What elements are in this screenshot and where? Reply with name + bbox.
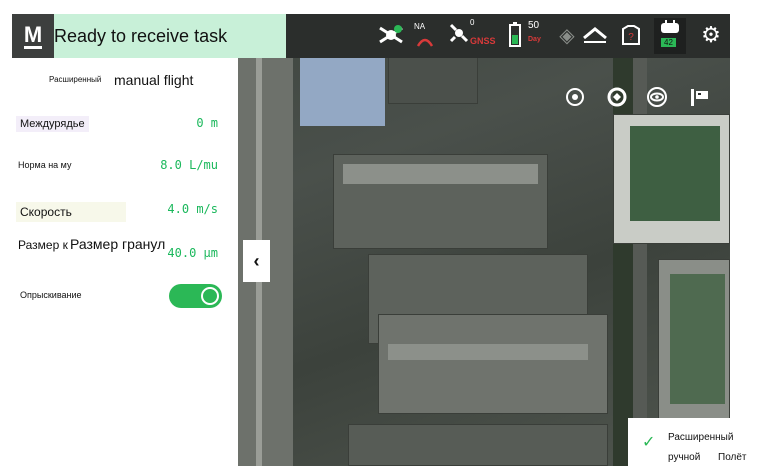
row-spacing-row[interactable]: Междурядье 0 m bbox=[0, 114, 238, 136]
row-spacing-label: Междурядье bbox=[16, 116, 89, 132]
row-spacing-value[interactable]: 0 m bbox=[196, 116, 218, 130]
altitude-icon[interactable] bbox=[580, 20, 610, 50]
spraying-toggle[interactable] bbox=[169, 284, 222, 308]
task-status-banner: Ready to receive task bbox=[54, 14, 286, 58]
mode-line-2: ручной bbox=[668, 452, 701, 463]
gnss-count: 0 bbox=[470, 18, 475, 27]
map-building bbox=[348, 424, 608, 466]
map-layer-icon[interactable] bbox=[686, 84, 712, 110]
battery-value: 50 bbox=[528, 20, 540, 31]
pump-icon[interactable]: ? bbox=[616, 20, 646, 50]
task-status-text: Ready to receive task bbox=[54, 25, 228, 46]
map-field bbox=[670, 274, 725, 404]
toggle-knob bbox=[201, 287, 219, 305]
spraying-row: Опрыскивание bbox=[0, 284, 238, 310]
granule-row[interactable]: Размер к Размер гранул 40.0 μm bbox=[0, 236, 238, 266]
granule-value[interactable]: 40.0 μm bbox=[167, 246, 218, 260]
controller-badge: 42 bbox=[661, 38, 676, 47]
map-roof bbox=[343, 164, 538, 184]
map-building bbox=[378, 314, 608, 414]
signal-na-label: NA bbox=[414, 22, 426, 31]
gnss-label: GNSS bbox=[470, 36, 496, 46]
gnss-icon[interactable]: 0 GNSS bbox=[446, 18, 498, 50]
chevron-left-icon[interactable]: ‹ bbox=[243, 240, 270, 282]
battery-icon[interactable]: 50 Day bbox=[506, 20, 550, 50]
eye-icon[interactable] bbox=[644, 84, 670, 110]
app-logo[interactable]: M bbox=[12, 14, 54, 58]
mode-line-1: Расширенный bbox=[668, 432, 734, 443]
map-view[interactable] bbox=[238, 14, 730, 466]
speed-row[interactable]: Скорость 4.0 m/s bbox=[0, 200, 238, 224]
controller-icon[interactable]: 42 bbox=[654, 18, 686, 54]
waypoint-icon[interactable]: ◈ bbox=[552, 20, 582, 50]
signal-icon[interactable]: NA bbox=[410, 20, 440, 50]
flight-settings-panel: Расширенный manual flight Междурядье 0 m… bbox=[0, 58, 238, 476]
flight-mode-badge: ✓ Расширенный ручной Полёт bbox=[628, 418, 761, 476]
granule-label: Размер гранул bbox=[70, 236, 166, 252]
spraying-label: Опрыскивание bbox=[20, 290, 82, 300]
target-icon[interactable] bbox=[562, 84, 588, 110]
locate-icon[interactable] bbox=[604, 84, 630, 110]
rate-label: Норма на му bbox=[18, 160, 72, 170]
map-roof bbox=[388, 344, 588, 360]
battery-unit: Day bbox=[528, 36, 541, 43]
mode-line-3: Полёт bbox=[718, 452, 747, 463]
map-rooftop-garden bbox=[630, 126, 720, 221]
panel-title: Расширенный manual flight bbox=[0, 72, 238, 92]
panel-title-main: manual flight bbox=[114, 72, 194, 88]
rate-row[interactable]: Норма на му 8.0 L/mu bbox=[0, 156, 238, 178]
logo-letter: M bbox=[23, 21, 43, 49]
rate-value[interactable]: 8.0 L/mu bbox=[160, 158, 218, 172]
speed-value[interactable]: 4.0 m/s bbox=[167, 202, 218, 216]
gear-icon[interactable]: ⚙ bbox=[696, 20, 726, 50]
svg-text:?: ? bbox=[628, 32, 634, 43]
panel-title-prefix: Расширенный bbox=[49, 75, 102, 84]
drone-status-icon[interactable] bbox=[376, 20, 406, 50]
granule-label-short: Размер к bbox=[18, 238, 68, 252]
app-window: M Ready to receive task NA 0 GNSS 50 Day… bbox=[0, 0, 761, 476]
speed-label: Скорость bbox=[16, 202, 126, 222]
check-icon: ✓ bbox=[642, 434, 656, 451]
